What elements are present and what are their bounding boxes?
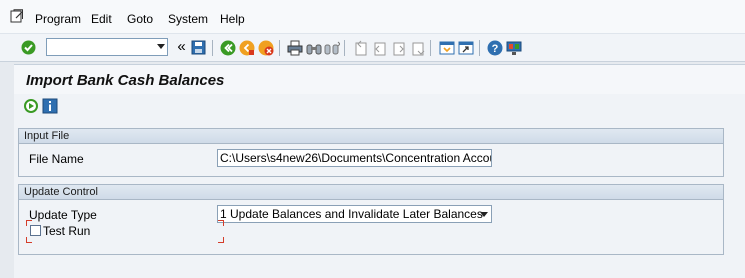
file-name-input[interactable]: C:\Users\s4new26\Documents\Concentration…	[217, 149, 492, 167]
file-name-label: File Name	[29, 152, 84, 166]
title-bar: Import Bank Cash Balances	[14, 64, 745, 94]
first-page-icon[interactable]	[352, 39, 369, 56]
update-control-group: Update Control Update Type 1 Update Bala…	[18, 184, 724, 255]
last-page-icon[interactable]	[409, 39, 426, 56]
next-page-icon[interactable]	[390, 39, 407, 56]
command-field[interactable]	[46, 38, 168, 56]
focus-corner	[218, 237, 224, 243]
update-type-value: 1 Update Balances and Invalidate Later B…	[220, 207, 483, 221]
svg-text:?: ?	[491, 43, 498, 55]
print-icon[interactable]	[286, 39, 303, 56]
shortcut-icon[interactable]	[457, 39, 474, 56]
update-control-heading: Update Control	[19, 185, 723, 200]
cancel-icon[interactable]	[257, 39, 274, 56]
previous-page-icon[interactable]	[371, 39, 388, 56]
menu-item-edit[interactable]: Edit	[91, 12, 112, 26]
menu-bar: Program Edit Goto System Help	[0, 0, 745, 34]
enter-icon[interactable]	[20, 39, 37, 56]
page-title: Import Bank Cash Balances	[26, 72, 225, 89]
menu-item-system[interactable]: System	[168, 12, 208, 26]
test-run-checkbox[interactable]	[30, 225, 41, 236]
file-name-value: C:\Users\s4new26\Documents\Concentration…	[220, 151, 492, 165]
menu-item-help[interactable]: Help	[220, 12, 245, 26]
find-next-icon[interactable]	[323, 39, 340, 56]
info-icon[interactable]	[42, 98, 58, 114]
update-type-select[interactable]: 1 Update Balances and Invalidate Later B…	[217, 205, 492, 223]
customize-layout-icon[interactable]	[505, 39, 522, 56]
toolbar-separator	[212, 40, 213, 56]
menu-item-program[interactable]: Program	[35, 12, 81, 26]
save-icon[interactable]	[190, 39, 207, 56]
input-file-heading: Input File	[19, 129, 723, 144]
menu-logo-icon[interactable]	[10, 9, 24, 23]
create-session-icon[interactable]	[438, 39, 455, 56]
collapse-command-icon[interactable]: «	[173, 38, 190, 55]
help-icon[interactable]: ?	[486, 39, 503, 56]
chevron-down-icon[interactable]	[480, 212, 488, 217]
test-run-label: Test Run	[43, 224, 91, 238]
main-content: Input File File Name C:\Users\s4new26\Do…	[14, 94, 745, 278]
exit-icon[interactable]	[238, 39, 255, 56]
standard-toolbar: « ?	[0, 34, 745, 62]
focus-corner	[218, 220, 224, 226]
toolbar-separator	[479, 40, 480, 56]
menu-item-goto[interactable]: Goto	[127, 12, 153, 26]
focus-corner	[26, 237, 32, 243]
toolbar-separator	[279, 40, 280, 56]
toolbar-separator	[430, 40, 431, 56]
back-icon[interactable]	[219, 39, 236, 56]
execute-icon[interactable]	[23, 98, 39, 114]
chevron-down-icon[interactable]	[157, 44, 165, 49]
toolbar-separator	[344, 40, 345, 56]
find-icon[interactable]	[305, 39, 322, 56]
input-file-group: Input File File Name C:\Users\s4new26\Do…	[18, 128, 724, 177]
update-type-label: Update Type	[29, 208, 97, 222]
